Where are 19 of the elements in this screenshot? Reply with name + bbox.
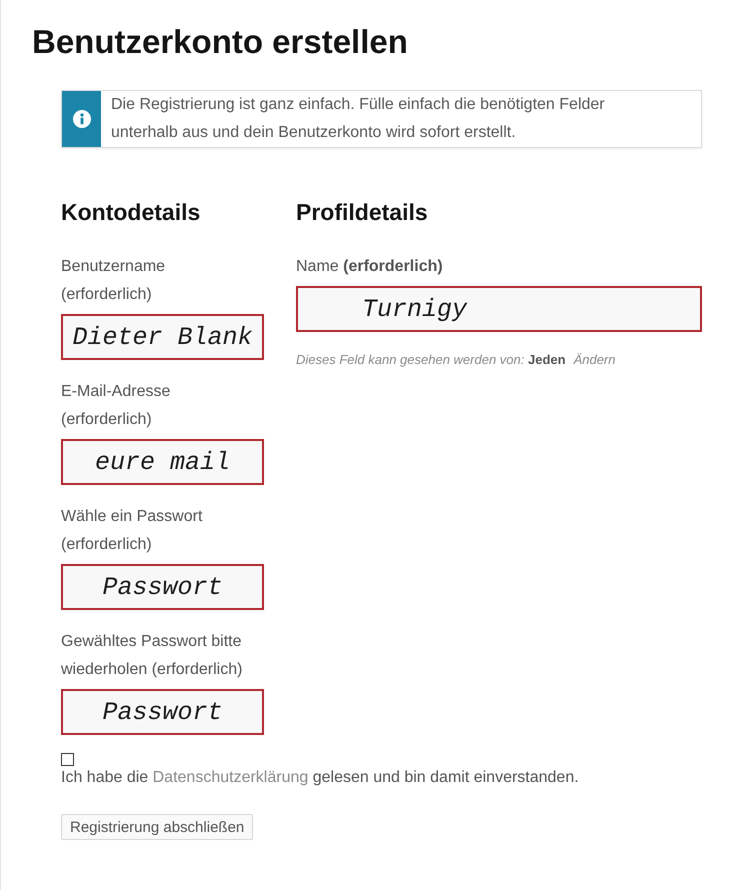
field-label: E-Mail-Adresse (erforderlich) [61,382,172,430]
field-label: Wähle ein Passwort (erforderlich) [61,507,204,555]
input-field[interactable]: eure mail [61,439,264,485]
field-label: Name (erforderlich) [296,257,444,277]
input-field[interactable]: Passwort [61,564,264,610]
notice-text: Die Registrierung ist ganz einfach. Fülle einfach die benötigten Felder unterhalb aus und dein Benutzerkonto wird sofort erstellt. [110,95,606,143]
input-field[interactable]: Dieter Blank [61,314,264,360]
input-field[interactable]: Turnigy [296,286,702,332]
submit-button[interactable]: Registrierung abschließen [61,814,254,840]
section-heading: Profildetails [296,198,429,226]
section-heading: Kontodetails [61,198,202,226]
info-icon [62,91,101,147]
consent-checkbox[interactable] [61,753,74,766]
page-title: Benutzerkonto erstellen [32,22,408,62]
visibility-note: Dieses Feld kann gesehen werden von: Jeden Ändern [296,351,616,369]
field-label: Gewähltes Passwort bitte wiederholen (erforderlich) [61,632,244,680]
consent-text: Ich habe die Datenschutzerklärung gelesen und bin damit einverstanden. [61,768,579,788]
input-field[interactable]: Passwort [61,689,264,735]
field-label: Benutzername (erforderlich) [61,257,166,305]
